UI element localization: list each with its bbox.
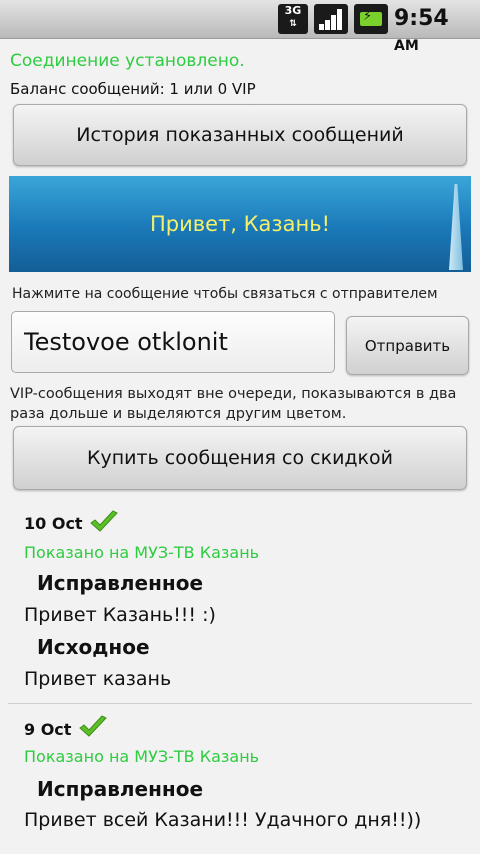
message-banner[interactable]: Привет, Казань! [9, 176, 471, 272]
banner-text: Привет, Казань! [150, 212, 330, 236]
checkmark-icon [79, 715, 107, 737]
message-balance: Баланс сообщений: 1 или 0 VIP [10, 80, 256, 98]
contact-hint: Нажмите на сообщение чтобы связаться с о… [12, 286, 438, 302]
corrected-text: Привет всей Казани!!! Удачного дня!!)) [24, 809, 422, 831]
message-date: 9 Oct [24, 720, 72, 739]
message-date: 10 Oct [24, 514, 83, 533]
history-button[interactable]: История показанных сообщений [13, 104, 467, 166]
corrected-text: Привет Казань!!! :) [24, 604, 216, 626]
message-input[interactable] [11, 311, 335, 373]
divider [8, 703, 472, 704]
vip-note: VIP-сообщения выходят вне очереди, показ… [10, 386, 457, 422]
network-3g-icon: 3G ⇅ [278, 4, 308, 34]
status-bar: 3G ⇅ ⚡ 9:54 AM [0, 0, 480, 54]
shown-on-label: Показано на МУЗ-ТВ Казань [24, 747, 260, 766]
corrected-heading: Исправленное [37, 777, 204, 801]
original-heading: Исходное [37, 635, 150, 659]
checkmark-icon [90, 510, 118, 532]
signal-strength-icon [314, 4, 348, 34]
battery-charging-icon: ⚡ [354, 4, 388, 34]
send-button[interactable]: Отправить [346, 316, 469, 375]
status-clock: 9:54 AM [394, 6, 449, 54]
connection-status: Соединение установлено. [10, 51, 245, 71]
message-feed[interactable]: 10 Oct Показано на МУЗ-ТВ Казань Исправл… [0, 500, 480, 854]
network-type-label: 3G [284, 4, 302, 17]
shown-on-label: Показано на МУЗ-ТВ Казань [24, 543, 260, 562]
buy-discount-button[interactable]: Купить сообщения со скидкой [13, 426, 467, 490]
original-text: Привет казань [24, 668, 172, 690]
corrected-heading: Исправленное [37, 571, 204, 595]
tv-tower-image [449, 184, 463, 270]
